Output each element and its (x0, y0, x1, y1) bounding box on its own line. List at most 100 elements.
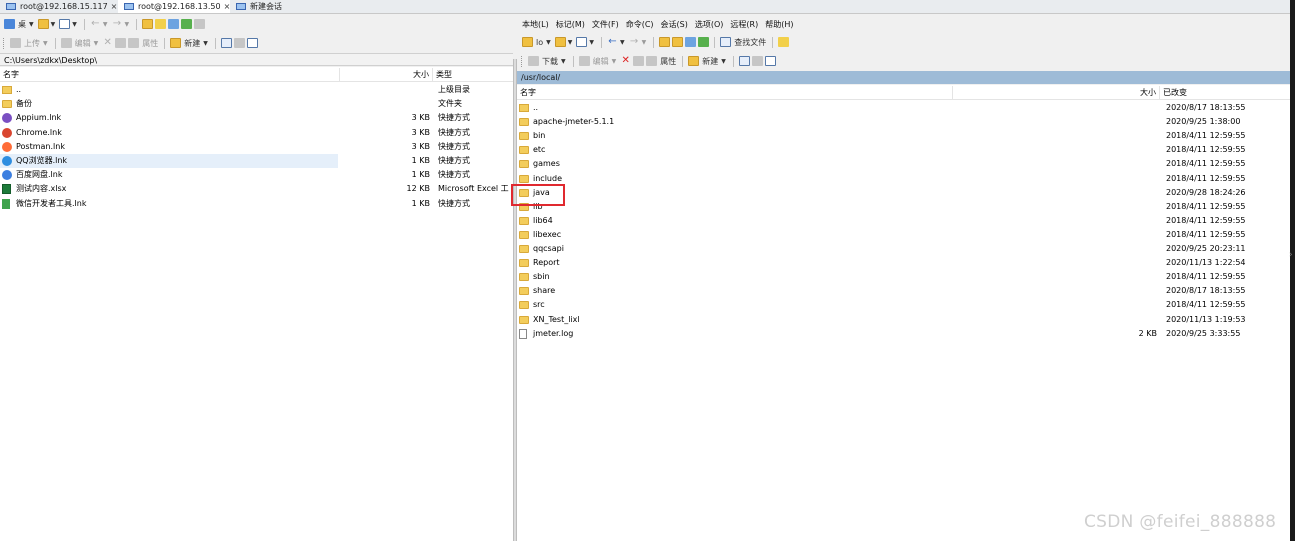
chevron-down-icon[interactable]: ▼ (546, 39, 551, 46)
column-size[interactable]: 大小 (953, 86, 1160, 100)
menu-mark[interactable]: 标记(M) (556, 19, 585, 30)
sync-icon[interactable] (194, 19, 206, 29)
home-icon[interactable] (168, 19, 180, 29)
highlight-box (511, 184, 565, 206)
file-row[interactable]: 百度网盘.lnk 1 KB 快捷方式 (0, 168, 513, 182)
forward-arrow-icon[interactable]: → (112, 19, 123, 29)
drive-icon[interactable] (4, 19, 15, 29)
file-row[interactable]: .. 2020/8/17 18:13:55 (517, 101, 1290, 115)
menu-options[interactable]: 选项(O) (695, 19, 724, 30)
find-files-button[interactable]: 查找文件 (734, 37, 766, 48)
file-row[interactable]: Postman.lnk 3 KB 快捷方式 (0, 140, 513, 154)
file-row[interactable]: etc 2018/4/11 12:59:55 (517, 143, 1290, 157)
edit-button[interactable]: 编辑 (75, 38, 91, 49)
file-row[interactable]: 微信开发者工具.lnk 1 KB 快捷方式 (0, 197, 513, 211)
file-row[interactable]: XN_Test_lixl 2020/11/13 1:19:53 (517, 313, 1290, 327)
select-all-icon[interactable] (220, 38, 232, 48)
tab-session-1[interactable]: root@192.168.15.117 × (0, 0, 118, 13)
file-name: lib64 (533, 215, 553, 225)
back-arrow-icon[interactable]: ← (90, 19, 101, 29)
file-name: QQ浏览器.lnk (16, 156, 68, 165)
menu-session[interactable]: 会话(S) (661, 19, 688, 30)
file-row[interactable]: 备份 文件夹 (0, 97, 513, 111)
refresh-icon[interactable] (181, 19, 193, 29)
new-button[interactable]: 新建 (184, 38, 200, 49)
menu-local[interactable]: 本地(L) (522, 19, 549, 30)
properties-button[interactable]: 属性 (142, 38, 158, 49)
close-icon[interactable]: × (111, 2, 118, 11)
back-arrow-icon[interactable]: ← (607, 37, 618, 47)
file-row[interactable]: lib 2018/4/11 12:59:55 (517, 200, 1290, 214)
root-dir-icon[interactable] (155, 19, 167, 29)
parent-dir-icon[interactable] (142, 19, 154, 29)
menu-help[interactable]: 帮助(H) (765, 19, 793, 30)
parent-dir-icon[interactable] (659, 37, 671, 47)
remote-path-bar[interactable]: /usr/local/ (517, 71, 1290, 84)
chevron-down-icon[interactable]: ▼ (72, 21, 77, 28)
file-row[interactable]: share 2020/8/17 18:13:55 (517, 284, 1290, 298)
refresh-icon[interactable] (698, 37, 710, 47)
select-all-icon[interactable] (738, 56, 750, 66)
file-row[interactable]: libexec 2018/4/11 12:59:55 (517, 228, 1290, 242)
rename-icon[interactable] (115, 38, 127, 48)
file-row[interactable]: games 2018/4/11 12:59:55 (517, 157, 1290, 171)
root-dir-icon[interactable] (672, 37, 684, 47)
filter-icon[interactable] (764, 56, 776, 66)
menu-files[interactable]: 文件(F) (592, 19, 619, 30)
file-modified: 2020/9/25 20:23:11 (1166, 244, 1246, 253)
column-size[interactable]: 大小 (340, 68, 433, 82)
chevron-down-icon[interactable]: ▼ (29, 21, 34, 28)
chevron-down-icon[interactable]: ▼ (51, 21, 56, 28)
file-row[interactable]: Report 2020/11/13 1:22:54 (517, 256, 1290, 270)
file-row[interactable]: apache-jmeter-5.1.1 2020/9/25 1:38:00 (517, 115, 1290, 129)
file-row[interactable]: include 2018/4/11 12:59:55 (517, 172, 1290, 186)
location-dropdown[interactable]: lo (536, 38, 543, 47)
file-row[interactable]: QQ浏览器.lnk 1 KB 快捷方式 (0, 154, 470, 168)
file-row[interactable]: java 2020/9/28 18:24:26 (517, 186, 1290, 200)
local-path-bar[interactable]: C:\Users\zdkx\Desktop\ (0, 53, 513, 66)
file-size: 1 KB (411, 156, 430, 165)
filter-icon[interactable] (59, 19, 71, 29)
file-row[interactable]: src 2018/4/11 12:59:55 (517, 298, 1290, 312)
tab-session-2[interactable]: root@192.168.13.50 × (118, 0, 230, 13)
remote-file-pane: 名字 ^ 大小 已改变 .. 2020/8/17 18:13:55 apache-j… (517, 85, 1290, 541)
file-row[interactable]: sbin 2018/4/11 12:59:55 (517, 270, 1290, 284)
file-row[interactable]: bin 2018/4/11 12:59:55 (517, 129, 1290, 143)
file-row[interactable]: Chrome.lnk 3 KB 快捷方式 (0, 126, 513, 140)
column-modified[interactable]: 已改变 (1160, 86, 1290, 100)
file-row[interactable]: 测试内容.xlsx 12 KB Microsoft Excel 工 (0, 182, 513, 196)
filter-icon[interactable] (576, 37, 588, 47)
rename-icon[interactable] (633, 56, 645, 66)
properties-button[interactable]: 属性 (660, 56, 676, 67)
download-button[interactable]: 下载 (542, 56, 558, 67)
upload-icon (10, 38, 21, 48)
file-row[interactable]: lib64 2018/4/11 12:59:55 (517, 214, 1290, 228)
file-row[interactable]: .. 上级目录 (0, 83, 513, 97)
filter-icon[interactable] (246, 38, 258, 48)
menu-remote[interactable]: 远程(R) (730, 19, 758, 30)
deselect-icon[interactable] (233, 38, 245, 48)
edit-button[interactable]: 编辑 (593, 56, 609, 67)
file-modified: 2020/8/17 18:13:55 (1166, 286, 1246, 296)
deselect-icon[interactable] (751, 56, 763, 66)
file-size: 2 KB (1138, 328, 1157, 338)
open-folder-icon[interactable] (554, 37, 566, 47)
open-folder-icon[interactable] (37, 19, 49, 29)
tree-icon[interactable] (778, 37, 790, 47)
forward-arrow-icon[interactable]: → (629, 37, 640, 47)
file-row[interactable]: Appium.lnk 3 KB 快捷方式 (0, 111, 513, 125)
delete-icon[interactable]: ✕ (620, 56, 631, 66)
file-name: .. (16, 85, 22, 94)
upload-button[interactable]: 上传 (24, 38, 40, 49)
new-button[interactable]: 新建 (702, 56, 718, 67)
file-row[interactable]: jmeter.log 2 KB 2020/9/25 3:33:55 (517, 327, 1290, 341)
home-icon[interactable] (685, 37, 697, 47)
column-type[interactable]: 类型 (433, 68, 513, 82)
tab-new-session[interactable]: 新建会话 (230, 0, 300, 13)
menu-commands[interactable]: 命令(C) (626, 19, 654, 30)
file-size: 3 KB (411, 113, 430, 123)
delete-icon[interactable]: ✕ (102, 38, 113, 48)
file-row[interactable]: qqcsapi 2020/9/25 20:23:11 (517, 242, 1290, 256)
file-size: 12 KB (406, 184, 430, 194)
file-name: games (533, 159, 560, 169)
